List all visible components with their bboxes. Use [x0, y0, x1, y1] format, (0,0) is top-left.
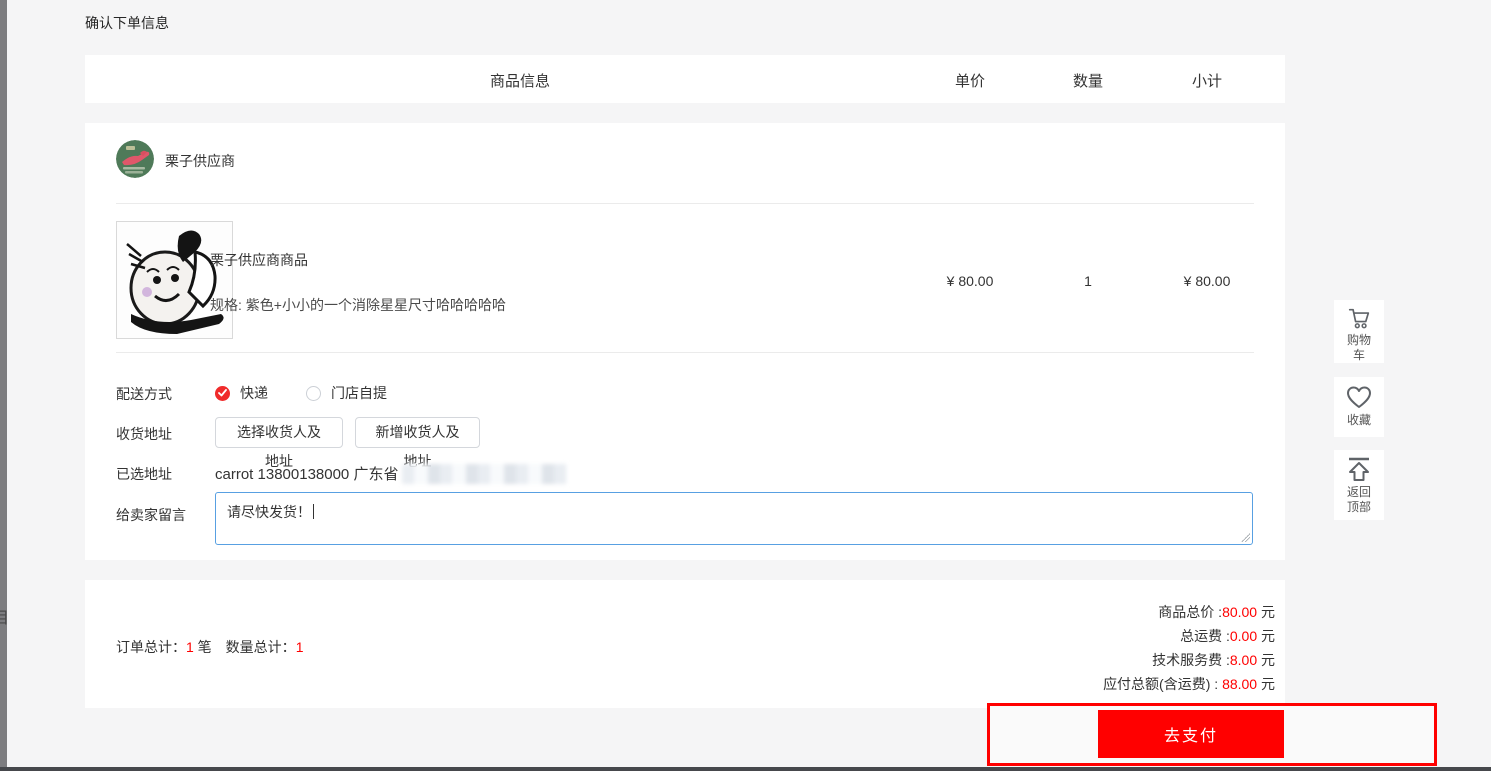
- left-edge-artifact: 目: [0, 604, 7, 628]
- summary-label: 商品总价 :: [1158, 604, 1223, 620]
- summary-value: 80.00: [1222, 604, 1258, 620]
- address-label: 收货地址: [116, 426, 172, 442]
- summary-value: 8.00: [1229, 652, 1258, 668]
- selected-address-row: carrot 13800138000 广东省: [215, 463, 568, 484]
- divider: [116, 352, 1254, 353]
- order-table-header: 商品信息 单价 数量 小计: [85, 55, 1285, 103]
- supplier-avatar-image: [116, 140, 154, 178]
- cart-icon: [1348, 308, 1370, 329]
- window-bottom-edge: [0, 767, 1491, 771]
- heart-icon: [1347, 386, 1371, 408]
- summary-line-payable-total: 应付总额(含运费) : 88.00 元: [775, 674, 1275, 694]
- back-to-top-label: 返回顶部: [1346, 485, 1371, 514]
- summary-label: 应付总额(含运费) :: [1103, 676, 1223, 692]
- sidebar-item-cart[interactable]: 购物车: [1334, 300, 1384, 363]
- product-subtotal: ¥ 80.00: [1183, 273, 1231, 289]
- add-address-button[interactable]: 新增收货人及地址: [355, 417, 480, 469]
- column-header-product: 商品信息: [489, 73, 550, 90]
- selected-address-text: carrot 13800138000 广东省: [215, 466, 399, 483]
- product-image-art: [117, 222, 232, 338]
- qty-total-label: 数量总计：: [211, 639, 296, 655]
- delivery-option-express[interactable]: 快递: [240, 383, 268, 403]
- order-total-value: 1: [186, 639, 194, 655]
- select-address-button[interactable]: 选择收货人及地址: [215, 417, 343, 469]
- product-qty: 1: [1084, 273, 1092, 289]
- summary-label: 技术服务费 :: [1152, 652, 1230, 668]
- message-label: 给卖家留言: [116, 507, 186, 523]
- textarea-resize-grip[interactable]: [1241, 533, 1250, 542]
- order-card: 栗子供应商 栗子供应商商品 规格: 紫色+小小的一个消除星星尺寸哈哈哈哈哈 ¥ …: [85, 123, 1285, 560]
- summary-unit: 元: [1257, 676, 1275, 692]
- back-to-top-icon: [1349, 457, 1369, 481]
- summary-line-service-fee: 技术服务费 :8.00 元: [775, 650, 1275, 670]
- summary-unit: 元: [1257, 628, 1275, 644]
- seller-message-input[interactable]: 请尽快发货！: [215, 492, 1253, 545]
- delivery-options: 快递 门店自提: [215, 383, 415, 403]
- sidebar-item-favorites[interactable]: 收藏: [1334, 377, 1384, 437]
- divider: [116, 203, 1254, 204]
- redacted-address-block: [402, 463, 568, 484]
- summary-line-shipping: 总运费 :0.00 元: [775, 626, 1275, 646]
- summary-value: 88.00: [1222, 676, 1258, 692]
- column-header-qty: 数量: [1072, 73, 1103, 90]
- check-icon: [218, 389, 227, 397]
- column-header-price: 单价: [954, 73, 985, 90]
- text-caret: [313, 504, 314, 519]
- supplier-avatar: [116, 140, 154, 178]
- seller-message-value: 请尽快发货！: [227, 504, 311, 520]
- product-price: ¥ 80.00: [946, 273, 994, 289]
- summary-line-goods-total: 商品总价 :80.00 元: [775, 602, 1275, 622]
- delivery-method-label: 配送方式: [116, 386, 172, 402]
- supplier-name[interactable]: 栗子供应商: [165, 151, 235, 171]
- summary-card: 订单总计：1 笔 数量总计：1 商品总价 :80.00 元 总运费 :0.00 …: [85, 580, 1285, 708]
- left-edge-strip: [0, 0, 7, 771]
- summary-label: 总运费 :: [1180, 628, 1230, 644]
- favorites-label: 收藏: [1346, 413, 1371, 427]
- product-spec: 规格: 紫色+小小的一个消除星星尺寸哈哈哈哈哈: [210, 297, 506, 313]
- order-total-unit: 笔: [193, 639, 212, 655]
- page-title: 确认下单信息: [85, 15, 169, 31]
- product-name[interactable]: 栗子供应商商品: [210, 250, 308, 270]
- summary-unit: 元: [1257, 604, 1275, 620]
- selected-address-label: 已选地址: [116, 466, 172, 482]
- order-total-label: 订单总计：: [116, 639, 186, 655]
- checkout-page: 目 确认下单信息 商品信息 单价 数量 小计 栗子供应商: [0, 0, 1491, 771]
- radio-store-pickup-unchecked[interactable]: [306, 385, 321, 401]
- product-image[interactable]: [116, 221, 233, 339]
- go-pay-button[interactable]: 去支付: [1098, 710, 1284, 758]
- summary-unit: 元: [1257, 652, 1275, 668]
- sidebar-item-back-to-top[interactable]: 返回顶部: [1334, 450, 1384, 520]
- qty-total-value: 1: [295, 639, 304, 655]
- summary-value: 0.00: [1229, 628, 1258, 644]
- cart-label: 购物车: [1346, 333, 1371, 362]
- radio-express-checked[interactable]: [215, 385, 230, 401]
- order-totals: 订单总计：1 笔 数量总计：1: [116, 637, 303, 657]
- delivery-option-store-pickup[interactable]: 门店自提: [331, 383, 387, 403]
- column-header-subtotal: 小计: [1191, 73, 1222, 90]
